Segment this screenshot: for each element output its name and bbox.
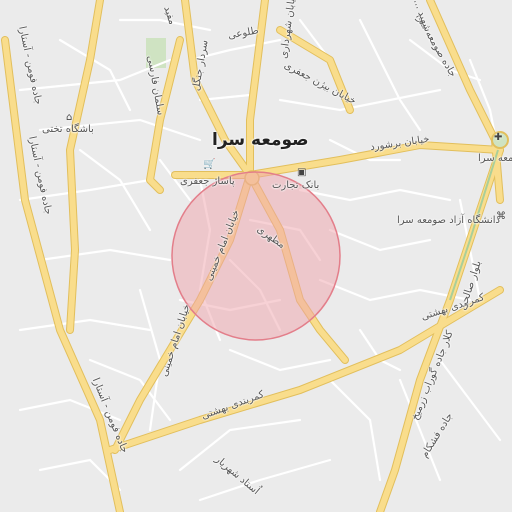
home-sport-icon: ⌂ [66,112,73,123]
bank-atm-icon: ▣ [297,167,307,178]
poi-label: پاساژ جعفری [180,176,235,187]
roundabout-icon: ✚ [494,132,503,143]
poi-label: دانشگاه آزاد صومعه سرا [397,215,500,226]
map-canvas[interactable]: صومعه سرا ⌂ باشگاه تختی 🛒 پاساژ جعفری ▣ … [0,0,512,512]
highlight-circle [171,171,341,341]
poi-label: باشگاه تختی [42,124,94,135]
shopping-cart-icon: 🛒 [203,159,216,170]
poi-label: صومعه سرا [478,153,512,164]
poi-label: بانک تجارت [272,180,320,191]
city-label: صومعه سرا [212,130,309,150]
